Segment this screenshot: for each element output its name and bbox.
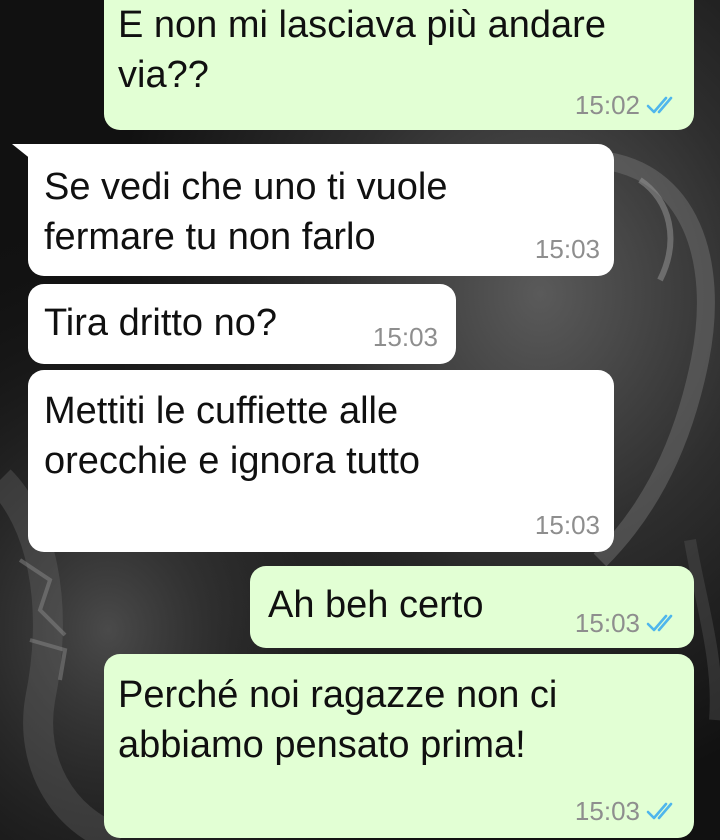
message-bubble-outgoing[interactable]: Ah beh certo 15:03 [250,566,694,648]
message-bubble-outgoing[interactable]: E non mi lasciava più andare via?? 15:02 [104,0,694,130]
message-meta: 15:03 [575,796,680,826]
message-meta: 15:03 [535,234,600,264]
message-meta: 15:03 [535,510,600,540]
message-text: Ah beh certo [268,584,484,626]
message-time: 15:03 [534,510,600,540]
message-meta: 15:03 [373,322,438,352]
message-bubble-incoming[interactable]: Mettiti le cuffiette alle orecchie e ign… [28,370,614,552]
message-bubble-outgoing[interactable]: Perché noi ragazze non ci abbiamo pensat… [104,654,694,838]
message-text: Mettiti le cuffiette alle orecchie e ign… [44,390,421,482]
message-meta: 15:02 [575,90,680,120]
message-text: E non mi lasciava più andare via?? [118,4,606,96]
message-bubble-incoming[interactable]: Se vedi che uno ti vuole fermare tu non … [28,144,614,276]
message-time: 15:03 [574,608,640,638]
message-time: 15:03 [534,234,600,264]
message-text: Tira dritto no? [44,302,278,344]
message-time: 15:02 [574,90,640,120]
message-time: 15:03 [574,796,640,826]
message-text: Se vedi che uno ti vuole fermare tu non … [44,166,448,258]
message-time: 15:03 [372,322,438,352]
message-meta: 15:03 [575,608,680,638]
message-bubble-incoming[interactable]: Tira dritto no? 15:03 [28,284,456,364]
message-text: Perché noi ragazze non ci abbiamo pensat… [118,674,558,766]
double-check-icon [646,96,673,114]
double-check-icon [646,614,673,632]
double-check-icon [646,802,673,820]
